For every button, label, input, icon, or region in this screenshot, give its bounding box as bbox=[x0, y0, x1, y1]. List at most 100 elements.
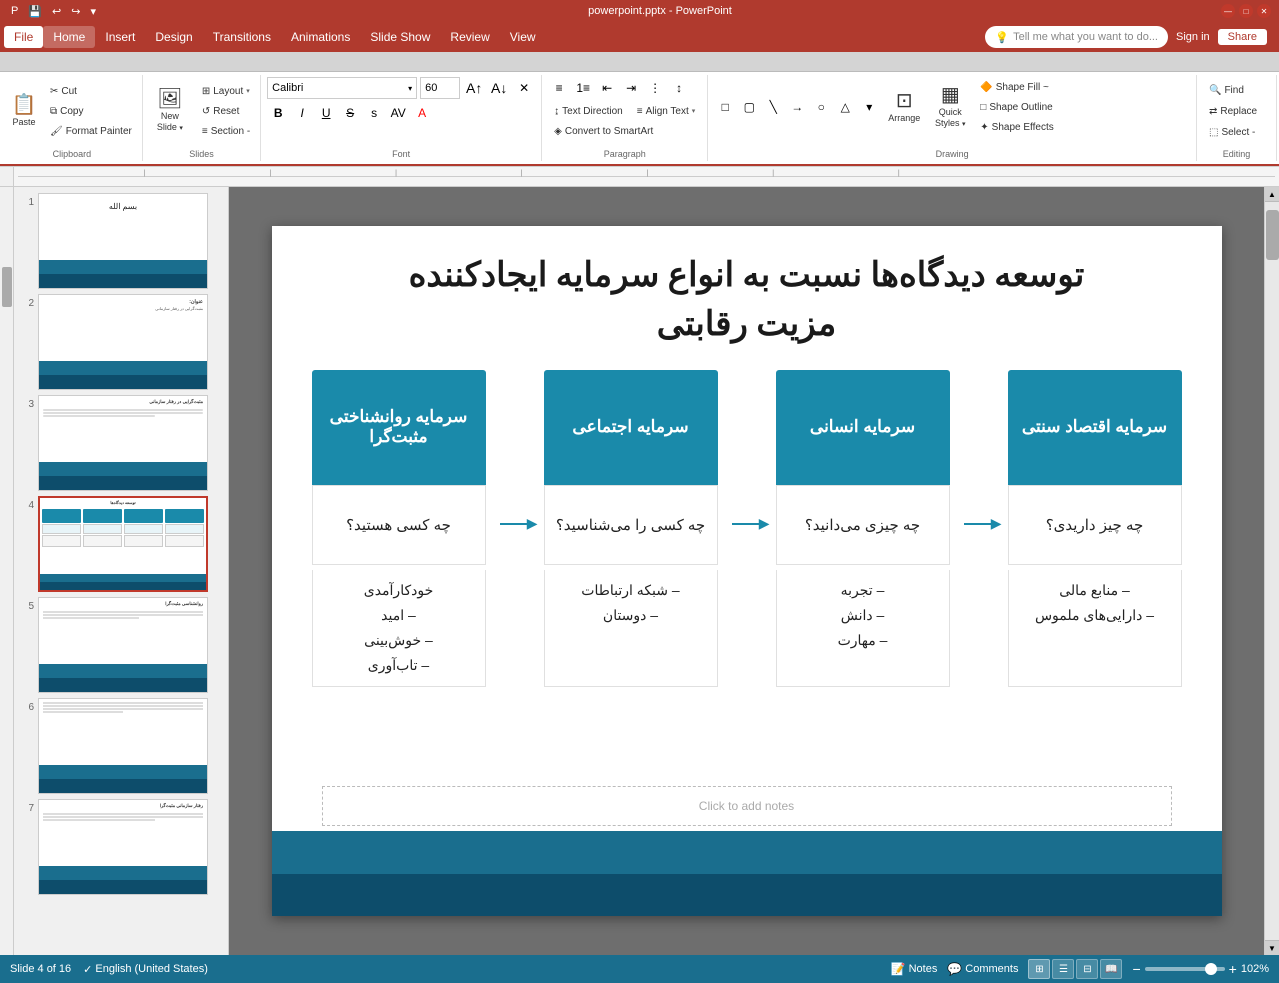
replace-button[interactable]: ⇄ Replace bbox=[1203, 102, 1270, 120]
replace-icon: ⇄ bbox=[1209, 106, 1217, 117]
format-painter-icon: 🖌 bbox=[50, 126, 63, 137]
slide-count: Slide 4 of 16 bbox=[10, 963, 71, 975]
format-painter-button[interactable]: 🖌 Format Painter bbox=[44, 122, 138, 140]
comments-button[interactable]: 💬 Comments bbox=[947, 962, 1018, 976]
view-reading-btn[interactable]: 📖 bbox=[1100, 959, 1122, 979]
shape-rect[interactable]: □ bbox=[714, 96, 736, 118]
quick-styles-icon: ▦ bbox=[941, 85, 960, 105]
new-slide-button[interactable]: 🖼 NewSlide ▾ bbox=[147, 81, 193, 141]
shadow-button[interactable]: s bbox=[363, 102, 385, 124]
arrange-button[interactable]: ⊡ Arrange bbox=[882, 77, 926, 137]
menu-file[interactable]: File bbox=[4, 26, 43, 48]
shape-more[interactable]: ▾ bbox=[858, 96, 880, 118]
shape-outline-button[interactable]: □ Shape Outline bbox=[974, 98, 1059, 116]
zoom-in-btn[interactable]: + bbox=[1229, 961, 1237, 977]
slide-thumb-2[interactable]: 2 عنوان: مثبت‌گرایی در رفتار سازمانی bbox=[18, 294, 224, 390]
font-size-box[interactable]: 60 bbox=[420, 77, 460, 99]
customize-quick[interactable]: ▾ bbox=[87, 5, 99, 18]
increase-indent-button[interactable]: ⇥ bbox=[620, 77, 642, 99]
select-button[interactable]: ⬚ Select - bbox=[1203, 123, 1270, 141]
view-sorter-btn[interactable]: ⊟ bbox=[1076, 959, 1098, 979]
search-bar[interactable]: 💡 Tell me what you want to do... bbox=[985, 26, 1168, 48]
shape-arrow[interactable]: → bbox=[786, 96, 808, 118]
find-button[interactable]: 🔍 Find bbox=[1203, 81, 1270, 99]
notes-button[interactable]: 📝 Notes bbox=[891, 962, 938, 976]
view-normal-btn[interactable]: ⊞ bbox=[1028, 959, 1050, 979]
zoom-out-btn[interactable]: − bbox=[1132, 961, 1140, 977]
section-button[interactable]: ≡ Section - bbox=[196, 122, 256, 140]
left-scroll-thumb[interactable] bbox=[2, 267, 12, 307]
slide-thumb-4[interactable]: 4 توسعه دیدگاه‌ها bbox=[18, 496, 224, 592]
spell-check-icon: ✓ bbox=[83, 963, 92, 976]
close-button[interactable]: ✕ bbox=[1257, 4, 1271, 18]
menu-animations[interactable]: Animations bbox=[281, 26, 360, 48]
shape-triangle[interactable]: △ bbox=[834, 96, 856, 118]
decrease-font-button[interactable]: A↓ bbox=[488, 77, 510, 99]
italic-button[interactable]: I bbox=[291, 102, 313, 124]
zoom-slider-thumb[interactable] bbox=[1205, 963, 1217, 975]
slide-thumb-1[interactable]: 1 بسم الله bbox=[18, 193, 224, 289]
menu-slideshow[interactable]: Slide Show bbox=[360, 26, 440, 48]
vscroll-up-btn[interactable]: ▲ bbox=[1265, 187, 1279, 202]
zoom-slider[interactable] bbox=[1145, 967, 1225, 971]
increase-font-button[interactable]: A↑ bbox=[463, 77, 485, 99]
line-spacing-button[interactable]: ↕ bbox=[668, 77, 690, 99]
slide-thumb-5[interactable]: 5 روانشناسی مثبت‌گرا bbox=[18, 597, 224, 693]
shape-oval[interactable]: ○ bbox=[810, 96, 832, 118]
bold-button[interactable]: B bbox=[267, 102, 289, 124]
slide-thumb-7[interactable]: 7 رفتار سازمانی مثبت‌گرا bbox=[18, 799, 224, 895]
vscroll-track[interactable] bbox=[1265, 202, 1279, 940]
status-bar: Slide 4 of 16 ✓ English (United States) … bbox=[0, 955, 1279, 983]
layout-button[interactable]: ⊞ Layout ▾ bbox=[196, 82, 256, 100]
paste-button[interactable]: 📋 Paste bbox=[6, 81, 42, 141]
shape-line[interactable]: ╲ bbox=[762, 96, 784, 118]
clear-format-button[interactable]: ✕ bbox=[513, 77, 535, 99]
slide-thumb-3[interactable]: 3 مثبت‌گرایی در رفتار سازمانی bbox=[18, 395, 224, 491]
shape-fill-button[interactable]: 🔶 Shape Fill ~ bbox=[974, 78, 1059, 96]
share-button[interactable]: Share bbox=[1218, 29, 1267, 45]
undo-quick[interactable]: ↩ bbox=[49, 5, 64, 18]
strikethrough-button[interactable]: S bbox=[339, 102, 361, 124]
menu-review[interactable]: Review bbox=[440, 26, 499, 48]
font-color-button[interactable]: A bbox=[411, 102, 433, 124]
vscroll-down-btn[interactable]: ▼ bbox=[1265, 940, 1279, 955]
copy-button[interactable]: ⧉ Copy bbox=[44, 102, 138, 120]
numbering-button[interactable]: 1≡ bbox=[572, 77, 594, 99]
cols-button[interactable]: ⋮ bbox=[644, 77, 666, 99]
minimize-button[interactable]: — bbox=[1221, 4, 1235, 18]
slide-note-placeholder[interactable]: Click to add notes bbox=[322, 786, 1172, 826]
vscroll-thumb[interactable] bbox=[1266, 210, 1279, 260]
menu-insert[interactable]: Insert bbox=[95, 26, 145, 48]
arrow-1: ▶ bbox=[964, 370, 994, 565]
shape-effects-button[interactable]: ✦ Shape Effects bbox=[974, 118, 1059, 136]
align-text-button[interactable]: ≡ Align Text ▾ bbox=[631, 102, 702, 120]
slide-thumb-6[interactable]: 6 bbox=[18, 698, 224, 794]
font-name-box[interactable]: Calibri▾ bbox=[267, 77, 417, 99]
save-quick[interactable]: 💾 bbox=[25, 5, 45, 18]
search-icon: 💡 bbox=[995, 31, 1009, 44]
ruler-mark-3: | bbox=[395, 170, 397, 177]
quick-styles-button[interactable]: ▦ QuickStyles ▾ bbox=[928, 77, 972, 137]
text-direction-button[interactable]: ↨ Text Direction bbox=[548, 102, 629, 120]
underline-button[interactable]: U bbox=[315, 102, 337, 124]
convert-smartart-button[interactable]: ◈ Convert to SmartArt bbox=[548, 122, 701, 140]
col-3: سرمایه اجتماعی چه کسی را می‌شناسید؟ bbox=[544, 370, 718, 565]
decrease-indent-button[interactable]: ⇤ bbox=[596, 77, 618, 99]
menu-transitions[interactable]: Transitions bbox=[203, 26, 281, 48]
redo-quick[interactable]: ↪ bbox=[68, 5, 83, 18]
cut-button[interactable]: ✂ Cut bbox=[44, 82, 138, 100]
para-row1: ≡ 1≡ ⇤ ⇥ ⋮ ↕ bbox=[548, 77, 701, 99]
maximize-button[interactable]: □ bbox=[1239, 4, 1253, 18]
bullets-button[interactable]: ≡ bbox=[548, 77, 570, 99]
menu-design[interactable]: Design bbox=[145, 26, 202, 48]
shape-round-rect[interactable]: ▢ bbox=[738, 96, 760, 118]
zoom-level[interactable]: 102% bbox=[1241, 963, 1269, 975]
window-controls: — □ ✕ bbox=[1221, 4, 1271, 18]
slide-editing-area[interactable]: توسعه دیدگاه‌ها نسبت به انواع سرمایه ایج… bbox=[229, 187, 1264, 955]
char-spacing-button[interactable]: AV bbox=[387, 102, 409, 124]
reset-button[interactable]: ↺ Reset bbox=[196, 102, 256, 120]
signin-button[interactable]: Sign in bbox=[1176, 31, 1210, 43]
menu-home[interactable]: Home bbox=[43, 26, 95, 48]
view-outline-btn[interactable]: ☰ bbox=[1052, 959, 1074, 979]
menu-view[interactable]: View bbox=[500, 26, 546, 48]
